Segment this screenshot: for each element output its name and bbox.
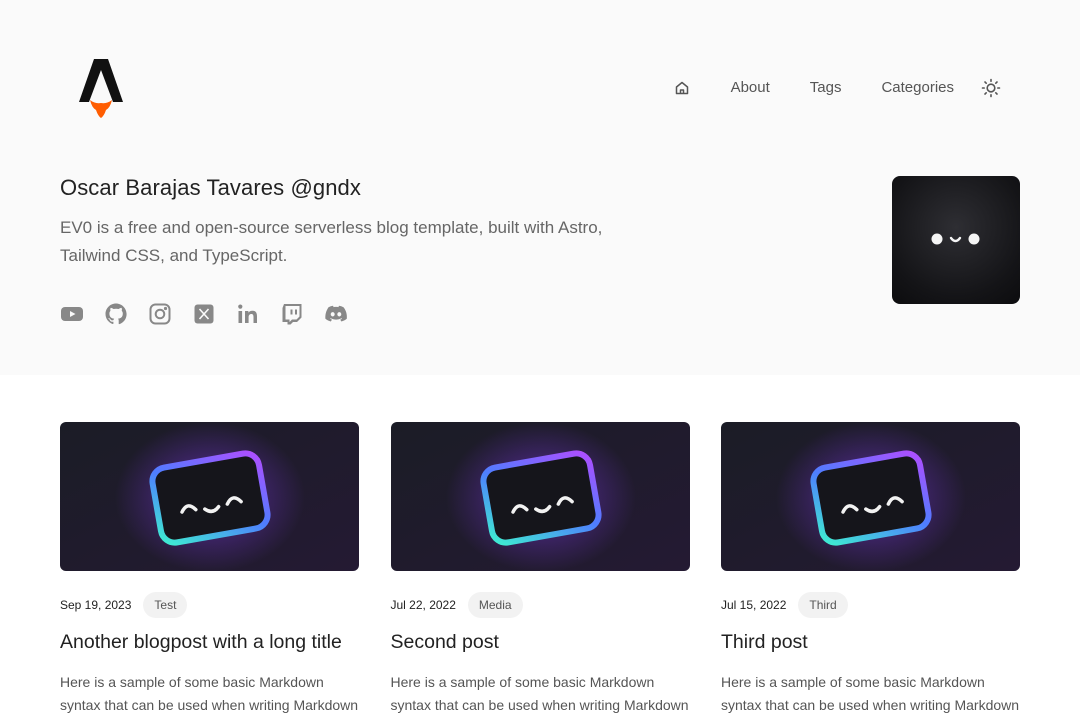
post-date: Jul 15, 2022 <box>721 598 787 612</box>
post-meta: Jul 15, 2022 Third <box>721 591 1020 619</box>
post-card[interactable]: Jul 15, 2022 Third Third post Here is a … <box>721 422 1020 717</box>
post-title[interactable]: Second post <box>391 629 690 655</box>
post-category-tag[interactable]: Third <box>798 592 848 618</box>
post-date: Jul 22, 2022 <box>390 598 456 612</box>
post-category-tag[interactable]: Media <box>467 592 523 618</box>
discord-icon[interactable] <box>324 302 348 326</box>
nav-tags[interactable]: Tags <box>810 70 842 106</box>
social-links <box>60 302 368 326</box>
sun-icon[interactable] <box>980 77 1002 99</box>
post-cover-image[interactable] <box>721 422 1020 571</box>
x-icon[interactable] <box>192 302 216 326</box>
author-bio: EV0 is a free and open-source serverless… <box>60 218 603 265</box>
nav-categories[interactable]: Categories <box>881 70 954 106</box>
linkedin-icon[interactable] <box>236 302 260 326</box>
github-icon[interactable] <box>104 302 128 326</box>
avatar <box>892 176 1020 304</box>
post-title[interactable]: Third post <box>721 629 1020 655</box>
main-nav: About Tags Categories <box>673 70 1002 106</box>
post-excerpt: Here is a sample of some basic Markdown … <box>721 674 1020 713</box>
astro-logo[interactable] <box>78 58 124 120</box>
post-list: Sep 19, 2023 Test Another blogpost with … <box>60 422 1020 717</box>
youtube-icon[interactable] <box>60 302 84 326</box>
post-cover-image[interactable] <box>60 422 359 571</box>
post-excerpt: Here is a sample of some basic Markdown … <box>390 674 689 713</box>
post-meta: Sep 19, 2023 Test <box>60 591 359 619</box>
nav-about[interactable]: About <box>731 70 770 106</box>
post-date: Sep 19, 2023 <box>60 598 132 612</box>
post-excerpt: Here is a sample of some basic Markdown … <box>60 674 359 713</box>
post-meta: Jul 22, 2022 Media <box>391 591 690 619</box>
post-category-tag[interactable]: Test <box>143 592 188 618</box>
post-cover-image[interactable] <box>390 422 690 571</box>
post-card[interactable]: Jul 22, 2022 Media Second post Here is a… <box>390 422 690 717</box>
home-icon[interactable] <box>673 79 691 97</box>
instagram-icon[interactable] <box>148 302 172 326</box>
post-card[interactable]: Sep 19, 2023 Test Another blogpost with … <box>60 422 359 717</box>
author-name: Oscar Barajas Tavares @gndx <box>60 175 361 200</box>
post-title[interactable]: Another blogpost with a long title <box>60 629 359 655</box>
twitch-icon[interactable] <box>280 302 304 326</box>
